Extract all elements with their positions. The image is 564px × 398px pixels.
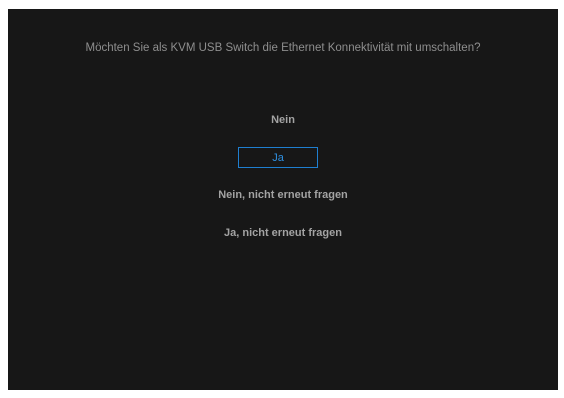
screen-frame: Möchten Sie als KVM USB Switch die Ether…: [0, 0, 564, 398]
option-ja-row: Ja: [8, 147, 558, 168]
dialog-question: Möchten Sie als KVM USB Switch die Ether…: [85, 42, 481, 54]
option-ja-nicht-erneut-fragen[interactable]: Ja, nicht erneut fragen: [8, 227, 558, 239]
option-nein-nicht-erneut-fragen[interactable]: Nein, nicht erneut fragen: [8, 189, 558, 201]
osd-dialog: Möchten Sie als KVM USB Switch die Ether…: [8, 9, 558, 390]
option-nein[interactable]: Nein: [8, 114, 558, 126]
option-ja[interactable]: Ja: [238, 147, 318, 168]
